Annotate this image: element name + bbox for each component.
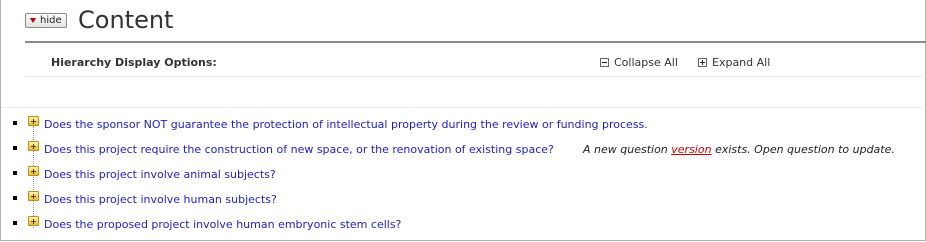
bullet-icon <box>13 146 17 150</box>
title-divider <box>25 41 926 43</box>
caret-down-icon <box>30 18 36 23</box>
bullet-icon <box>13 171 17 175</box>
plus-box-icon <box>698 58 707 67</box>
bullet-icon <box>13 196 17 200</box>
expand-node-icon[interactable] <box>28 141 39 151</box>
options-divider <box>25 76 926 77</box>
question-link[interactable]: Does this project require the constructi… <box>44 143 554 156</box>
version-link[interactable]: version <box>671 143 711 156</box>
list-item: Does the sponsor NOT guarantee the prote… <box>1 116 926 132</box>
section-title: Content <box>78 6 174 34</box>
expand-node-icon[interactable] <box>28 191 39 201</box>
question-link[interactable]: Does this project involve human subjects… <box>44 193 277 206</box>
hide-button[interactable]: hide <box>25 13 67 28</box>
bullet-icon <box>13 121 17 125</box>
question-link[interactable]: Does the proposed project involve human … <box>44 218 401 231</box>
expand-all-label: Expand All <box>712 56 771 69</box>
hierarchy-options-label: Hierarchy Display Options: <box>51 56 217 69</box>
collapse-all-button[interactable]: Collapse All <box>600 56 678 69</box>
new-version-note: A new question version exists. Open ques… <box>583 143 895 156</box>
note-suffix: exists. Open question to update. <box>715 143 895 156</box>
expand-node-icon[interactable] <box>28 216 39 226</box>
question-link[interactable]: Does this project involve animal subject… <box>44 168 276 181</box>
note-prefix: A new question <box>583 143 668 156</box>
minus-box-icon <box>600 58 609 67</box>
list-item: Does this project require the constructi… <box>1 141 926 157</box>
expand-all-button[interactable]: Expand All <box>698 56 770 69</box>
expand-node-icon[interactable] <box>28 166 39 176</box>
list-item: Does this project involve animal subject… <box>1 166 926 182</box>
collapse-all-label: Collapse All <box>614 56 678 69</box>
content-panel: hide Content Hierarchy Display Options: … <box>0 0 926 241</box>
bullet-icon <box>13 221 17 225</box>
question-link[interactable]: Does the sponsor NOT guarantee the prote… <box>44 118 648 131</box>
list-item: Does the proposed project involve human … <box>1 216 926 232</box>
expand-node-icon[interactable] <box>28 116 39 126</box>
list-item: Does this project involve human subjects… <box>1 191 926 207</box>
list-divider <box>1 107 926 108</box>
hide-button-label: hide <box>40 15 62 26</box>
